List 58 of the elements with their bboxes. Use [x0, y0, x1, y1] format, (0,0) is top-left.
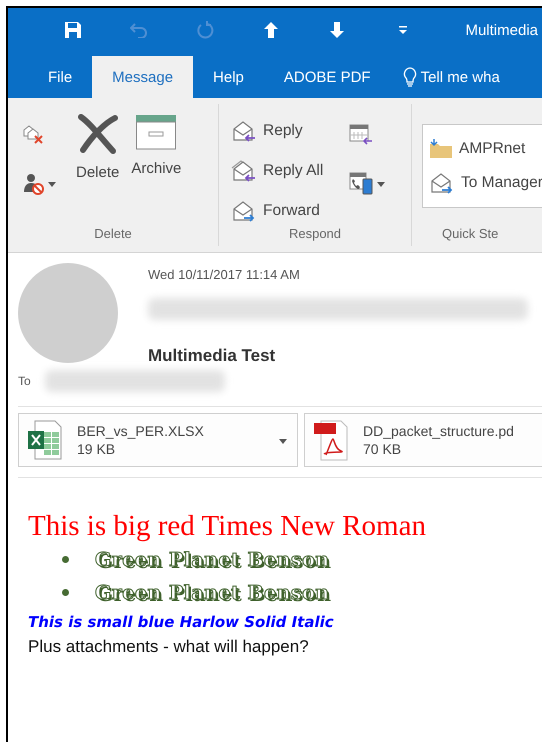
group-label: Delete: [93, 226, 133, 243]
archive-box-icon: [135, 114, 178, 150]
delete-x-icon: [76, 114, 119, 154]
pdf-file-icon: [313, 419, 349, 461]
ribbon-tab[interactable]: Message: [92, 56, 194, 98]
folder-icon: [429, 139, 453, 159]
reply-all-icon: [231, 159, 257, 183]
customize-caret-icon: [398, 25, 408, 35]
ribbon-tab[interactable]: ADOBE PDF: [264, 56, 391, 98]
attachment-size: 19 KB: [77, 441, 116, 457]
bullet-icon: [62, 556, 69, 563]
caret-icon: [377, 182, 386, 186]
window-title: Multimedia: [465, 22, 539, 38]
archive-button[interactable]: Archive: [125, 110, 188, 226]
forward-button[interactable]: Forward: [231, 196, 324, 226]
attachment[interactable]: BER_vs_PER.XLSX 19 KB: [18, 413, 298, 467]
meeting-button[interactable]: [349, 124, 374, 146]
quick-step[interactable]: AMPRnet: [429, 137, 542, 161]
body-text: This is small blue Harlow Solid Italic: [28, 613, 335, 631]
bullet-text: Green Planet Benson: [95, 582, 330, 604]
reply-icon: [231, 119, 257, 143]
forward-icon: [429, 171, 455, 195]
bullet-text: Green Planet Benson: [95, 548, 330, 570]
forward-icon: [231, 199, 257, 223]
ribbon-tab[interactable]: Help: [193, 56, 264, 98]
spreadsheet-file-icon: [27, 420, 63, 460]
redo-icon: [196, 21, 214, 39]
ribbon-tab[interactable]: File: [28, 56, 92, 98]
tell-me-search[interactable]: Tell me wha: [420, 68, 500, 86]
caret-icon: [279, 439, 287, 444]
caret-icon: [48, 182, 56, 186]
save-icon: [64, 21, 82, 39]
junk-button[interactable]: [22, 172, 56, 196]
lightbulb-icon: [402, 67, 417, 87]
body-heading: This is big red Times New Roman: [28, 510, 427, 543]
message-subject: Multimedia Test: [148, 346, 276, 366]
attachment[interactable]: DD_packet_structure.pd 70 KB: [304, 413, 542, 467]
group-label: Respond: [288, 226, 342, 243]
undo-icon: [130, 22, 148, 38]
attachment-name: DD_packet_structure.pd: [363, 423, 515, 439]
ignore-conversation-icon: [22, 124, 44, 144]
sent-date: Wed 10/11/2017 11:14 AM: [148, 267, 301, 282]
attachment-size: 70 KB: [363, 441, 402, 457]
to-label: To: [18, 374, 31, 388]
down-arrow-icon: [329, 21, 345, 39]
up-arrow-icon: [263, 21, 279, 39]
more-respond-button[interactable]: [349, 172, 386, 196]
delete-button[interactable]: Delete: [70, 110, 126, 226]
phone-calendar-icon: [349, 172, 376, 196]
attachment-name: BER_vs_PER.XLSX: [77, 423, 205, 439]
blocked-person-icon: [22, 172, 46, 196]
body-text: Plus attachments - what will happen?: [28, 637, 310, 657]
group-label: Quick Ste: [441, 226, 500, 243]
bullet-icon: [62, 589, 69, 596]
ignore-button[interactable]: [22, 124, 44, 144]
reply-button[interactable]: Reply: [231, 116, 324, 146]
reply-all-button[interactable]: Reply All: [231, 156, 324, 186]
calendar-icon: [349, 124, 374, 146]
